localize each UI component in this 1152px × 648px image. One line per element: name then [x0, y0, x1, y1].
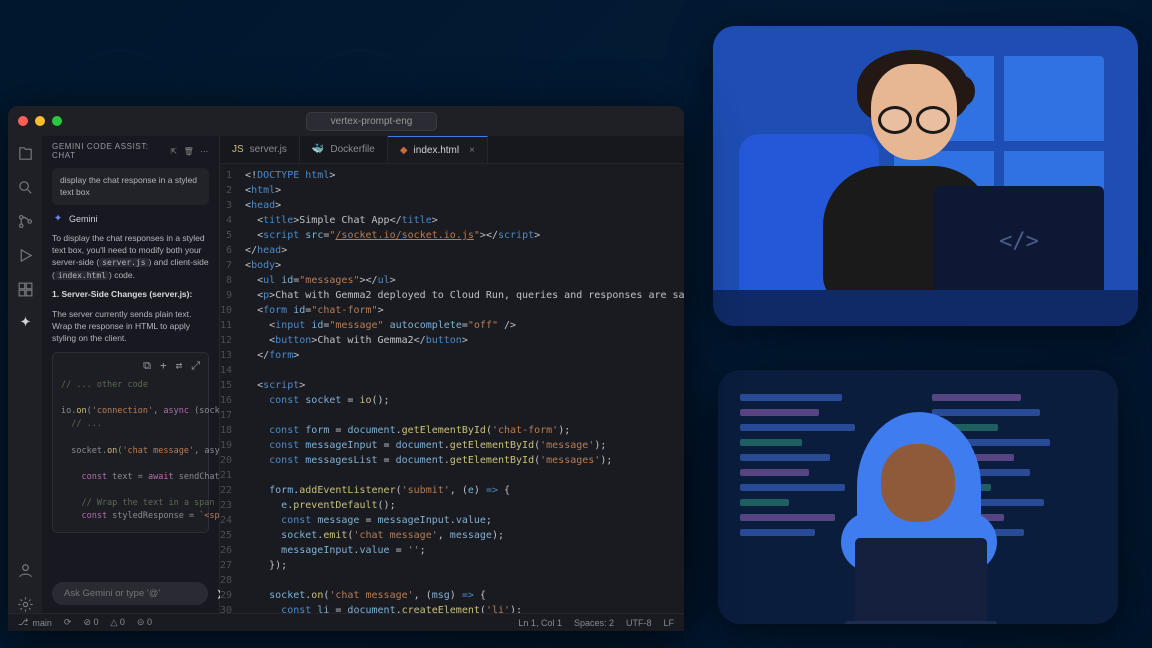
tab-dockerfile[interactable]: 🐳Dockerfile: [300, 136, 388, 163]
search-icon[interactable]: [16, 178, 34, 196]
editor-area: JSserver.js 🐳Dockerfile ◆index.html× 1 2…: [220, 136, 684, 613]
code-block: ⧉ + ⇄ ⤢ // ... other code io.on('connect…: [52, 352, 209, 533]
bot-paragraph: To display the chat responses in a style…: [52, 232, 209, 282]
bot-header: Gemini: [52, 213, 209, 226]
encoding-status[interactable]: UTF-8: [626, 618, 652, 628]
tab-bar: JSserver.js 🐳Dockerfile ◆index.html×: [220, 136, 684, 164]
line-gutter: 1 2 3 4 5 6 7 8 9 10 11 12 13 14 15 16 1…: [220, 164, 239, 613]
pin-icon[interactable]: ⇱: [170, 147, 177, 156]
copy-icon[interactable]: ⧉: [143, 358, 151, 374]
bot-paragraph: The server currently sends plain text. W…: [52, 308, 209, 345]
expand-icon[interactable]: ⤢: [191, 358, 200, 374]
git-branch[interactable]: ⎇ main: [18, 617, 52, 628]
diff-icon[interactable]: ⇄: [176, 358, 183, 374]
accounts-icon[interactable]: [16, 561, 34, 579]
illustration-developer-1: </>: [713, 26, 1138, 326]
command-center[interactable]: vertex-prompt-eng: [306, 112, 438, 131]
clear-icon[interactable]: 🗑: [184, 147, 195, 156]
ports-badge[interactable]: ⊝ 0: [137, 617, 152, 628]
close-tab-icon[interactable]: ×: [469, 145, 475, 156]
user-message: display the chat response in a styled te…: [52, 168, 209, 205]
more-icon[interactable]: ⋯: [200, 147, 209, 156]
maximize-icon[interactable]: [52, 116, 62, 126]
vscode-window: vertex-prompt-eng GEMINI CODE ASSIST: CH…: [8, 106, 684, 631]
eol-status[interactable]: LF: [663, 618, 674, 628]
code-editor[interactable]: <!DOCTYPE html> <html> <head> <title>Sim…: [239, 164, 684, 613]
close-icon[interactable]: [18, 116, 28, 126]
chat-panel: GEMINI CODE ASSIST: CHAT ⇱ 🗑 ⋯ display t…: [42, 136, 220, 613]
insert-icon[interactable]: +: [160, 358, 167, 374]
extensions-icon[interactable]: [16, 280, 34, 298]
chat-input[interactable]: [52, 582, 208, 605]
sync-icon[interactable]: ⟳: [64, 617, 72, 628]
section-heading: 1. Server-Side Changes (server.js):: [52, 289, 192, 299]
minimize-icon[interactable]: [35, 116, 45, 126]
gemini-assist-icon[interactable]: [16, 314, 34, 332]
sparkle-icon: [52, 213, 64, 225]
settings-icon[interactable]: [16, 595, 34, 613]
cursor-position[interactable]: Ln 1, Col 1: [518, 618, 562, 628]
run-debug-icon[interactable]: [16, 246, 34, 264]
status-bar: ⎇ main ⟳ ⊘ 0 △ 0 ⊝ 0 Ln 1, Col 1 Spaces:…: [8, 613, 684, 631]
titlebar: vertex-prompt-eng: [8, 106, 684, 136]
code-icon: </>: [999, 229, 1039, 254]
explorer-icon[interactable]: [16, 144, 34, 162]
activity-bar: [8, 136, 42, 613]
tab-server-js[interactable]: JSserver.js: [220, 136, 300, 163]
indent-status[interactable]: Spaces: 2: [574, 618, 614, 628]
tab-index-html[interactable]: ◆index.html×: [388, 136, 488, 163]
illustration-developer-2: [718, 370, 1118, 624]
source-control-icon[interactable]: [16, 212, 34, 230]
panel-title: GEMINI CODE ASSIST: CHAT: [52, 142, 164, 160]
errors-badge[interactable]: ⊘ 0: [83, 617, 98, 628]
warnings-badge[interactable]: △ 0: [110, 617, 124, 628]
